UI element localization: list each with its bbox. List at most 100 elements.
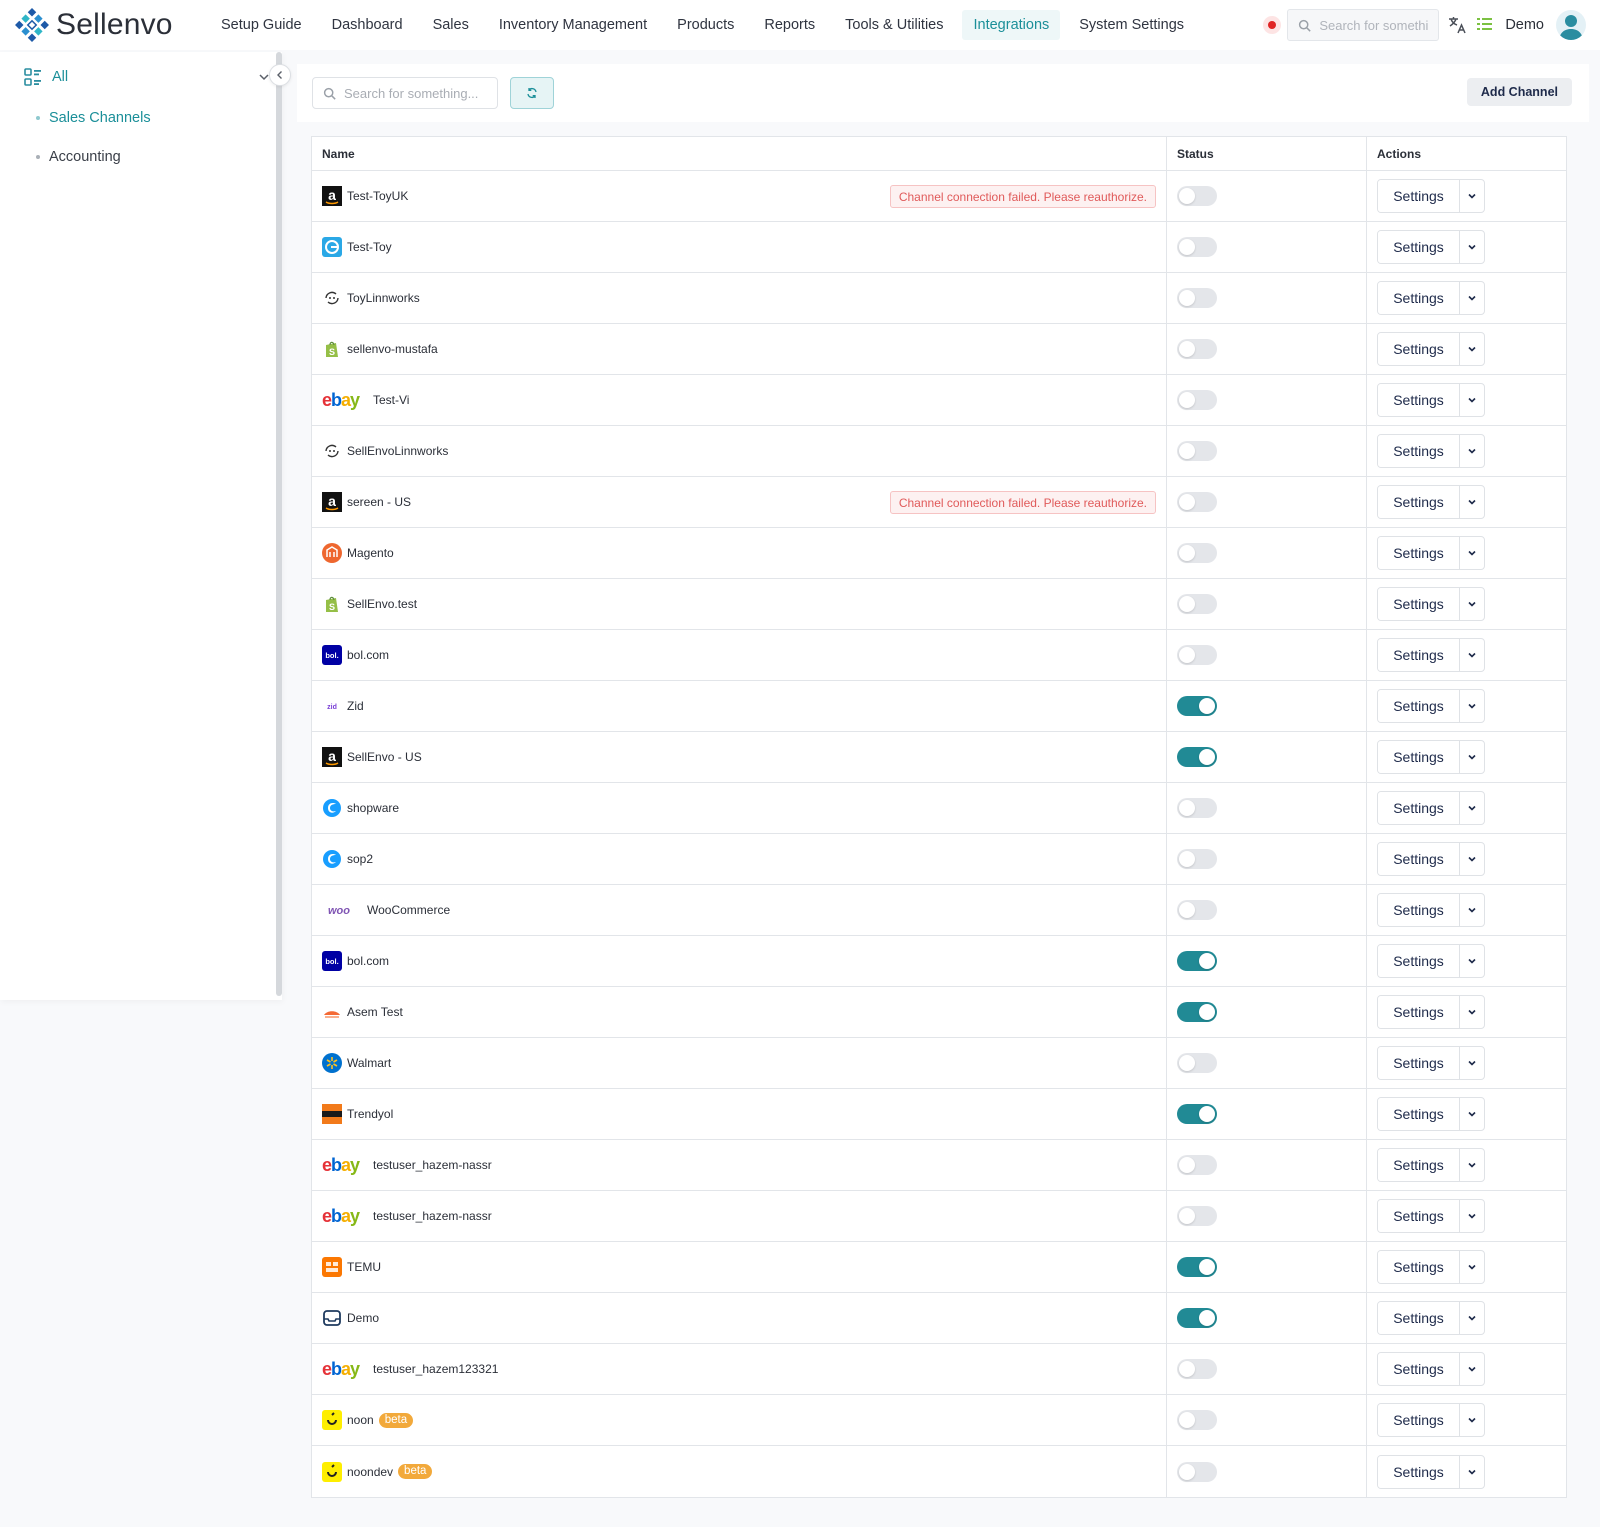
settings-button[interactable]: Settings xyxy=(1378,282,1460,314)
status-toggle[interactable] xyxy=(1177,492,1217,512)
recording-indicator-icon[interactable] xyxy=(1263,16,1282,34)
status-toggle[interactable] xyxy=(1177,951,1217,971)
nav-item-products[interactable]: Products xyxy=(666,10,745,40)
settings-button[interactable]: Settings xyxy=(1378,537,1460,569)
status-toggle[interactable] xyxy=(1177,339,1217,359)
status-toggle[interactable] xyxy=(1177,288,1217,308)
status-toggle[interactable] xyxy=(1177,237,1217,257)
settings-button[interactable]: Settings xyxy=(1378,333,1460,365)
status-toggle[interactable] xyxy=(1177,543,1217,563)
settings-button[interactable]: Settings xyxy=(1378,792,1460,824)
settings-dropdown-toggle[interactable] xyxy=(1460,1404,1484,1436)
settings-button[interactable]: Settings xyxy=(1378,741,1460,773)
settings-dropdown-toggle[interactable] xyxy=(1460,537,1484,569)
settings-button[interactable]: Settings xyxy=(1378,1200,1460,1232)
settings-dropdown-toggle[interactable] xyxy=(1460,843,1484,875)
settings-button[interactable]: Settings xyxy=(1378,1404,1460,1436)
refresh-button[interactable] xyxy=(510,77,554,109)
avatar[interactable] xyxy=(1556,10,1586,40)
sidebar-item-sales-channels[interactable]: Sales Channels xyxy=(36,110,151,126)
settings-dropdown-toggle[interactable] xyxy=(1460,1149,1484,1181)
translate-button[interactable] xyxy=(1447,15,1467,35)
nav-item-system-settings[interactable]: System Settings xyxy=(1068,10,1195,40)
settings-button[interactable]: Settings xyxy=(1378,1353,1460,1385)
collapse-sidebar-button[interactable] xyxy=(269,64,291,86)
settings-button[interactable]: Settings xyxy=(1378,1302,1460,1334)
sidebar-item-accounting[interactable]: Accounting xyxy=(36,149,121,165)
status-toggle[interactable] xyxy=(1177,798,1217,818)
settings-dropdown-toggle[interactable] xyxy=(1460,792,1484,824)
settings-button[interactable]: Settings xyxy=(1378,945,1460,977)
settings-dropdown-toggle[interactable] xyxy=(1460,690,1484,722)
settings-dropdown-toggle[interactable] xyxy=(1460,384,1484,416)
global-search[interactable] xyxy=(1287,9,1440,41)
status-toggle[interactable] xyxy=(1177,1104,1217,1124)
settings-dropdown-toggle[interactable] xyxy=(1460,435,1484,467)
sidebar-item-all[interactable]: All xyxy=(24,68,272,86)
nav-item-integrations[interactable]: Integrations xyxy=(962,10,1061,40)
status-toggle[interactable] xyxy=(1177,1053,1217,1073)
status-toggle[interactable] xyxy=(1177,900,1217,920)
settings-dropdown-toggle[interactable] xyxy=(1460,945,1484,977)
settings-button[interactable]: Settings xyxy=(1378,1098,1460,1130)
status-toggle[interactable] xyxy=(1177,1002,1217,1022)
settings-dropdown-toggle[interactable] xyxy=(1460,1251,1484,1283)
settings-dropdown-toggle[interactable] xyxy=(1460,1353,1484,1385)
settings-button[interactable]: Settings xyxy=(1378,1047,1460,1079)
settings-button[interactable]: Settings xyxy=(1378,843,1460,875)
nav-item-setup-guide[interactable]: Setup Guide xyxy=(210,10,313,40)
apps-menu-button[interactable] xyxy=(1475,15,1495,35)
status-toggle[interactable] xyxy=(1177,1308,1217,1328)
settings-dropdown-toggle[interactable] xyxy=(1460,1302,1484,1334)
settings-button[interactable]: Settings xyxy=(1378,1251,1460,1283)
status-toggle[interactable] xyxy=(1177,747,1217,767)
settings-dropdown-toggle[interactable] xyxy=(1460,333,1484,365)
settings-dropdown-toggle[interactable] xyxy=(1460,741,1484,773)
nav-item-sales[interactable]: Sales xyxy=(422,10,480,40)
status-toggle[interactable] xyxy=(1177,645,1217,665)
settings-button[interactable]: Settings xyxy=(1378,231,1460,263)
settings-dropdown-toggle[interactable] xyxy=(1460,180,1484,212)
settings-dropdown-toggle[interactable] xyxy=(1460,639,1484,671)
settings-dropdown-toggle[interactable] xyxy=(1460,588,1484,620)
channel-search-input[interactable] xyxy=(344,85,494,101)
status-toggle[interactable] xyxy=(1177,390,1217,410)
settings-dropdown-toggle[interactable] xyxy=(1460,894,1484,926)
status-toggle[interactable] xyxy=(1177,1155,1217,1175)
settings-dropdown-toggle[interactable] xyxy=(1460,486,1484,518)
sidebar-scrollbar[interactable] xyxy=(276,52,282,996)
settings-button[interactable]: Settings xyxy=(1378,1149,1460,1181)
settings-dropdown-toggle[interactable] xyxy=(1460,231,1484,263)
add-channel-button[interactable]: Add Channel xyxy=(1466,78,1572,106)
nav-item-dashboard[interactable]: Dashboard xyxy=(321,10,414,40)
status-toggle[interactable] xyxy=(1177,1257,1217,1277)
settings-button[interactable]: Settings xyxy=(1378,588,1460,620)
status-toggle[interactable] xyxy=(1177,1206,1217,1226)
nav-item-tools-utilities[interactable]: Tools & Utilities xyxy=(834,10,954,40)
settings-button[interactable]: Settings xyxy=(1378,690,1460,722)
settings-dropdown-toggle[interactable] xyxy=(1460,282,1484,314)
global-search-input[interactable] xyxy=(1319,17,1430,33)
settings-button[interactable]: Settings xyxy=(1378,639,1460,671)
status-toggle[interactable] xyxy=(1177,186,1217,206)
user-name[interactable]: Demo xyxy=(1505,17,1544,33)
settings-button[interactable]: Settings xyxy=(1378,996,1460,1028)
settings-button[interactable]: Settings xyxy=(1378,180,1460,212)
settings-button[interactable]: Settings xyxy=(1378,486,1460,518)
nav-item-inventory-management[interactable]: Inventory Management xyxy=(488,10,658,40)
settings-dropdown-toggle[interactable] xyxy=(1460,1047,1484,1079)
settings-dropdown-toggle[interactable] xyxy=(1460,1200,1484,1232)
settings-button[interactable]: Settings xyxy=(1378,894,1460,926)
status-toggle[interactable] xyxy=(1177,441,1217,461)
status-toggle[interactable] xyxy=(1177,594,1217,614)
settings-button[interactable]: Settings xyxy=(1378,384,1460,416)
status-toggle[interactable] xyxy=(1177,1461,1217,1482)
settings-dropdown-toggle[interactable] xyxy=(1460,996,1484,1028)
status-toggle[interactable] xyxy=(1177,849,1217,869)
channel-search[interactable] xyxy=(312,77,498,109)
nav-item-reports[interactable]: Reports xyxy=(753,10,826,40)
settings-dropdown-toggle[interactable] xyxy=(1460,1098,1484,1130)
status-toggle[interactable] xyxy=(1177,696,1217,716)
settings-button[interactable]: Settings xyxy=(1378,1455,1460,1488)
settings-button[interactable]: Settings xyxy=(1378,435,1460,467)
